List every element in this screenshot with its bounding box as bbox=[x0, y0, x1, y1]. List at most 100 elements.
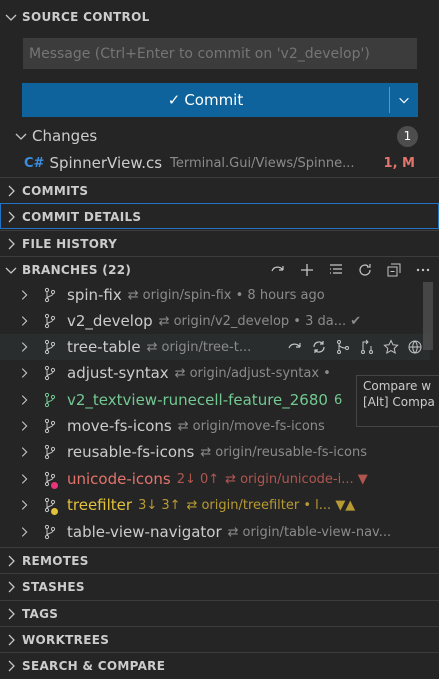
git-branch-icon bbox=[39, 339, 61, 355]
chevron-right-icon bbox=[0, 632, 22, 648]
chevron-right-icon bbox=[0, 209, 22, 225]
chevron-right-icon bbox=[13, 366, 35, 380]
view-as-list-icon[interactable] bbox=[326, 261, 346, 279]
branch-item[interactable]: spin-fix ⇄ origin/spin-fix • 8 hours ago bbox=[0, 282, 430, 308]
upstream-icon: ⇄ bbox=[146, 339, 158, 355]
upstream-icon: ⇄ bbox=[186, 497, 198, 513]
check-icon: ✓ bbox=[167, 91, 181, 109]
branch-item[interactable]: tree-table ⇄ origin/tree-t... bbox=[0, 334, 430, 360]
upstream-icon: ⇄ bbox=[174, 365, 186, 381]
chevron-right-icon bbox=[0, 553, 22, 569]
changes-label: Changes bbox=[32, 127, 98, 145]
branch-item[interactable]: v2_develop ⇄ origin/v2_develop • 3 da... … bbox=[0, 308, 430, 334]
more-actions-icon[interactable] bbox=[413, 261, 433, 279]
sync-icon[interactable] bbox=[310, 338, 328, 356]
upstream-icon: ⇄ bbox=[200, 444, 212, 460]
git-branch-icon bbox=[39, 392, 61, 408]
section-branches[interactable]: BRANCHES (22) bbox=[0, 256, 439, 282]
merge-icon[interactable] bbox=[334, 338, 352, 356]
section-title: COMMIT DETAILS bbox=[22, 209, 142, 224]
branch-name: unicode-icons bbox=[67, 470, 171, 488]
branch-name: table-view-navigator bbox=[67, 523, 222, 541]
branch-meta: ⇄ origin/adjust-syntax • bbox=[175, 366, 331, 381]
switch-to-branch-icon[interactable] bbox=[286, 338, 304, 356]
section-commits[interactable]: COMMITS bbox=[0, 177, 439, 203]
branch-name: spin-fix bbox=[67, 286, 122, 304]
star-icon[interactable] bbox=[382, 338, 400, 356]
tooltip: Compare w [Alt] Compa bbox=[356, 375, 439, 427]
collapse-all-icon[interactable] bbox=[384, 261, 404, 279]
chevron-right-icon bbox=[13, 445, 35, 459]
section-commit-details[interactable]: COMMIT DETAILS bbox=[0, 203, 439, 229]
rebase-icon[interactable] bbox=[358, 338, 376, 356]
section-file-history[interactable]: FILE HISTORY bbox=[0, 230, 439, 256]
branch-meta: ⇄ origin/table-view-nav... bbox=[228, 525, 391, 540]
source-control-header[interactable]: SOURCE CONTROL bbox=[0, 4, 439, 30]
upstream-icon: ⇄ bbox=[177, 418, 189, 434]
file-path: Terminal.Gui/Views/Spinne... bbox=[170, 155, 355, 171]
section-search-compare[interactable]: SEARCH & COMPARE bbox=[0, 652, 439, 678]
upstream-icon: ⇄ bbox=[225, 471, 237, 487]
scrollbar-thumb[interactable] bbox=[423, 282, 433, 350]
commit-dropdown-chevron-icon[interactable] bbox=[390, 93, 418, 107]
git-branch-icon bbox=[39, 524, 61, 540]
chevron-down-icon bbox=[10, 128, 32, 144]
branch-item[interactable]: treefilter 3↓ 3↑ ⇄ origin/treefilter • l.… bbox=[0, 492, 430, 518]
git-branch-icon bbox=[39, 444, 61, 460]
git-branch-icon bbox=[39, 287, 61, 303]
refresh-icon[interactable] bbox=[355, 261, 375, 279]
branch-upstream: origin/adjust-syntax • bbox=[189, 365, 331, 381]
changed-file-row[interactable]: C# SpinnerView.cs Terminal.Gui/Views/Spi… bbox=[0, 151, 439, 175]
branch-meta: ⇄ origin/reusable-fs-icons bbox=[200, 445, 367, 460]
branch-meta: ⇄ origin/tree-t... bbox=[147, 340, 252, 355]
branch-item[interactable]: unicode-icons 2↓ 0↑ ⇄ origin/unicode-i...… bbox=[0, 466, 430, 492]
chevron-right-icon bbox=[13, 419, 35, 433]
branch-upstream: origin/treefilter • l... ▼▲ bbox=[201, 497, 356, 513]
add-icon[interactable] bbox=[297, 261, 317, 279]
chevron-right-icon bbox=[13, 472, 35, 486]
section-title: COMMITS bbox=[22, 183, 89, 198]
chevron-right-icon bbox=[13, 393, 35, 407]
file-name: SpinnerView.cs bbox=[49, 154, 163, 172]
diverged-status-dot bbox=[51, 508, 58, 515]
branch-name: v2_textview-runecell-feature_2680 bbox=[67, 391, 328, 409]
branch-upstream: origin/unicode-i... ▼ bbox=[240, 471, 368, 487]
branch-item[interactable]: table-view-navigator ⇄ origin/table-view-… bbox=[0, 519, 430, 545]
tooltip-line: [Alt] Compa bbox=[363, 395, 435, 409]
switch-branch-icon[interactable] bbox=[268, 261, 288, 279]
globe-icon[interactable] bbox=[406, 338, 424, 356]
chevron-right-icon bbox=[13, 288, 35, 302]
branch-name: reusable-fs-icons bbox=[67, 443, 195, 461]
section-title: REMOTES bbox=[22, 553, 89, 568]
section-title: TAGS bbox=[22, 606, 59, 621]
branch-upstream: origin/spin-fix • 8 hours ago bbox=[142, 287, 325, 303]
behind-status-dot bbox=[51, 482, 58, 489]
git-branch-icon bbox=[39, 497, 61, 515]
commit-message-input[interactable] bbox=[23, 38, 417, 69]
section-title: STASHES bbox=[22, 579, 85, 594]
commit-button[interactable]: ✓ Commit bbox=[22, 83, 418, 117]
section-worktrees[interactable]: WORKTREES bbox=[0, 626, 439, 652]
branch-item[interactable]: reusable-fs-icons ⇄ origin/reusable-fs-ic… bbox=[0, 439, 430, 465]
chevron-down-icon bbox=[0, 262, 22, 278]
section-title: WORKTREES bbox=[22, 632, 110, 647]
branch-meta: ⇄ origin/move-fs-icons bbox=[178, 419, 325, 434]
source-control-title: SOURCE CONTROL bbox=[22, 10, 150, 24]
branch-meta: ⇄ origin/spin-fix • 8 hours ago bbox=[128, 288, 325, 303]
branch-name: move-fs-icons bbox=[67, 417, 172, 435]
changes-group[interactable]: Changes 1 bbox=[0, 124, 439, 148]
section-remotes[interactable]: REMOTES bbox=[0, 547, 439, 573]
chevron-right-icon bbox=[0, 658, 22, 674]
branch-name: v2_develop bbox=[67, 312, 153, 330]
branch-upstream: origin/tree-t... bbox=[161, 339, 252, 355]
chevron-right-icon bbox=[0, 579, 22, 595]
upstream-icon: ⇄ bbox=[127, 287, 139, 303]
csharp-file-icon: C# bbox=[24, 155, 45, 171]
branch-upstream: origin/reusable-fs-icons bbox=[215, 444, 367, 460]
git-branch-icon bbox=[39, 471, 61, 489]
chevron-right-icon bbox=[0, 236, 22, 252]
section-tags[interactable]: TAGS bbox=[0, 600, 439, 626]
branch-counts: 2↓ 0↑ bbox=[176, 471, 220, 487]
section-stashes[interactable]: STASHES bbox=[0, 573, 439, 599]
tooltip-line: Compare w bbox=[363, 379, 432, 393]
